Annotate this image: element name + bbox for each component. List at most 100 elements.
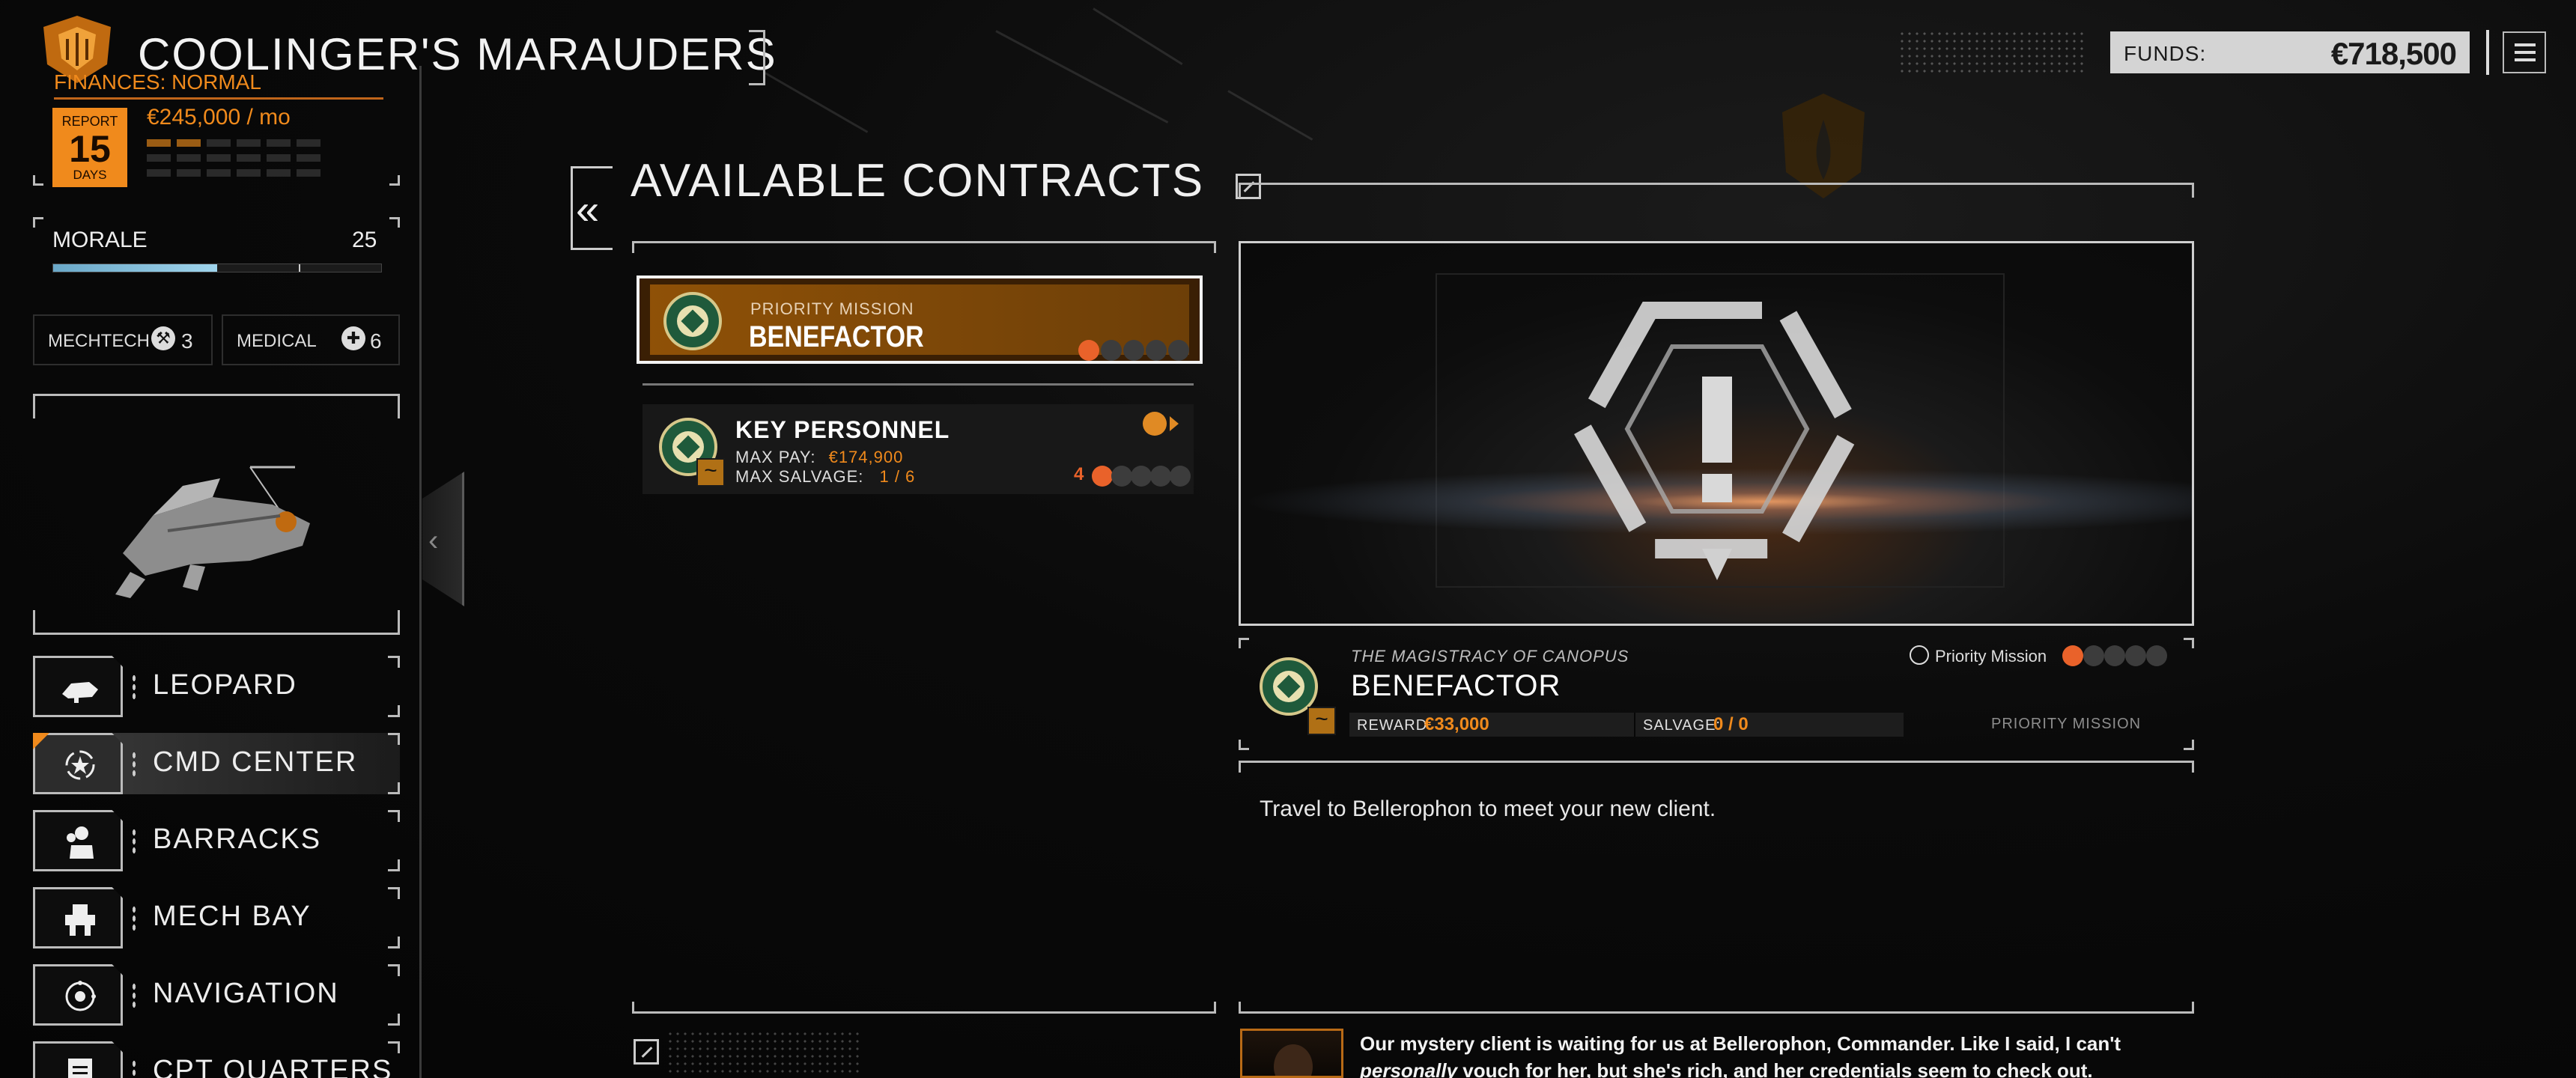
finance-bar-segment [147,169,171,177]
skull-icon [1146,340,1167,361]
contracts-divider [643,383,1194,386]
mission-type-tag: PRIORITY MISSION [1991,716,2142,732]
finance-bar-segment [147,139,171,147]
planet-icon [1143,412,1167,436]
priority-alert-icon [1571,302,1863,580]
nav-item-mech-bay[interactable]: MECH BAY [33,887,400,948]
hamburger-icon [2515,43,2536,46]
report-countdown[interactable]: REPORT 15 DAYS [52,108,127,187]
finance-bar-segment [237,154,261,162]
contract-name: KEY PERSONNEL [735,416,950,443]
finance-bar-segment [177,139,201,147]
finances-underline [54,97,383,100]
max-salvage-label: MAX SALVAGE: [735,467,864,486]
faction-emblem-icon [663,292,722,350]
wrench-icon: ⚒ [151,326,175,350]
contract-name: BENEFACTOR [749,320,924,353]
drag-dots-icon [132,751,136,776]
frame-corner [389,217,400,228]
nav-item-label: CPT QUARTERS [153,1055,393,1078]
dropship-preview[interactable] [33,394,400,635]
nav-item-barracks[interactable]: BARRACKS [33,810,400,871]
chevron-left-icon: ‹ [428,524,439,557]
drag-dots-icon [132,905,136,931]
contract-hero-image [1239,241,2194,626]
expand-icon[interactable] [634,1039,659,1065]
description-frame-top [1239,761,2194,773]
nav-item-label: BARRACKS [153,823,322,855]
finance-bar-segment [297,139,321,147]
nav-item-label: NAVIGATION [153,978,339,1009]
footer-dot-grid [666,1030,861,1075]
funds-label: FUNDS: [2124,42,2207,65]
skull-icon [1092,466,1113,487]
skull-icon [2083,645,2104,666]
morale-label: MORALE [52,228,148,252]
double-chevron-left-icon: « [576,186,600,233]
medical-value: 6 [370,329,382,353]
drag-dots-icon [132,982,136,1008]
max-pay-value: €174,900 [828,448,904,466]
morale-bar-fill [53,264,217,272]
skull-icon [1168,340,1189,361]
finance-bar-segment [177,154,201,162]
dialog-line-1: Our mystery client is waiting for us at … [1360,1032,2121,1055]
header-bracket [749,30,765,85]
drag-dots-icon [132,828,136,853]
contract-description: Travel to Bellerophon to meet your new c… [1260,797,1716,821]
finance-bar-segment [267,154,291,162]
mechtech-label: MECHTECH [48,331,150,351]
employer-name: THE MAGISTRACY OF CANOPUS [1351,647,1629,666]
contract-subtitle: PRIORITY MISSION [750,299,914,318]
frame-corner [389,175,400,186]
nav-item-cmd-center[interactable]: CMD CENTER [33,733,400,794]
mechtech-value: 3 [181,329,193,353]
dropship-icon [115,466,310,598]
dialog-text: Our mystery client is waiting for us at … [1360,1030,2169,1078]
morale-bar [52,264,382,272]
medical-stat: MEDICAL ✚ 6 [222,314,400,365]
reward-value: €33,000 [1424,714,1489,734]
contracts-list-frame-bottom [632,1002,1216,1014]
skull-icon [2125,645,2146,666]
contract-type-tag: ~ [1307,707,1336,735]
contract-title: BENEFACTOR [1351,669,1561,702]
finances-status: FINANCES: NORMAL [54,70,261,94]
finance-bar-segment [177,169,201,177]
nav-item-leopard[interactable]: LEOPARD [33,656,400,717]
page-title: AVAILABLE CONTRACTS [631,155,1205,207]
salvage-field: SALVAGE: 0 / 0 [1635,713,1904,737]
nav-item-cpt-quarters[interactable]: CPT QUARTERS [33,1041,400,1078]
finance-bar-segment [297,154,321,162]
salvage-value: 0 / 0 [1713,714,1749,734]
contract-card-key-personnel[interactable]: ~ KEY PERSONNEL MAX PAY: €174,900 MAX SA… [643,404,1194,494]
difficulty-skulls [1092,466,1191,488]
nav-item-label: MECH BAY [153,901,312,932]
header-dot-grid [1898,30,2086,75]
active-indicator [33,733,49,749]
finance-bar-segment [207,154,231,162]
priority-label: Priority Mission [1935,647,2047,666]
back-button[interactable]: « [571,166,613,250]
skull-icon [1111,466,1132,487]
morale-tick [299,264,300,272]
nav-item-navigation[interactable]: NAVIGATION [33,964,400,1026]
skull-icon [1101,340,1122,361]
dialog-line-2: personally vouch for her, but she's rich… [1360,1059,2093,1078]
medical-icon: ✚ [341,326,365,350]
contract-card-benefactor[interactable]: PRIORITY MISSION BENEFACTOR [637,275,1203,364]
menu-button[interactable] [2503,31,2546,73]
salvage-label: SALVAGE: [1643,717,1721,734]
difficulty-skulls [1078,340,1191,362]
frame-corner [33,217,43,228]
mechtech-stat: MECHTECH ⚒ 3 [33,314,213,365]
frame-corner [33,175,43,186]
monthly-expenses: €245,000 / mo [147,105,291,130]
nav-item-label: CMD CENTER [153,746,358,778]
medical-label: MEDICAL [237,331,317,351]
report-days-value: 15 [69,128,111,170]
contracts-list-frame-top [632,241,1216,253]
reward-label: REWARD: [1357,717,1433,734]
sidebar-divider [419,66,422,1078]
header-separator [2486,30,2489,75]
